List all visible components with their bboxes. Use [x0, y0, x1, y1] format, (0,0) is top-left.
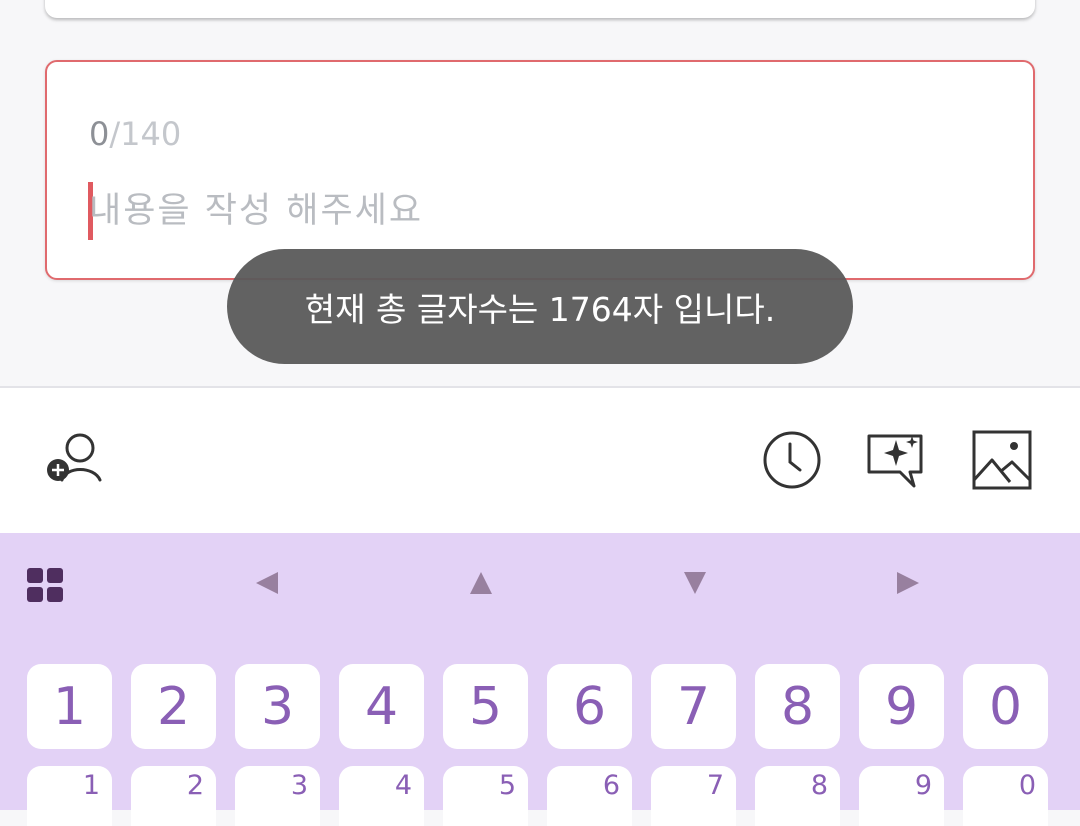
key-1[interactable]: 1	[27, 664, 112, 749]
key-8[interactable]: 8	[755, 664, 840, 749]
key-label: 9	[884, 676, 919, 737]
key-label: 1	[52, 676, 87, 737]
grid-menu-icon[interactable]	[26, 567, 64, 603]
key-label: 5	[468, 676, 503, 737]
previous-card	[45, 0, 1035, 18]
key-6[interactable]: 6	[547, 664, 632, 749]
key-hint: 4	[394, 770, 412, 801]
key-hint: 3	[290, 770, 308, 801]
key-hint: 7	[706, 770, 724, 801]
key-label: 6	[572, 676, 607, 737]
key-label: 8	[780, 676, 815, 737]
arrow-down-icon[interactable]	[680, 568, 710, 598]
key-label: 0	[988, 676, 1023, 737]
key-0[interactable]: 0	[963, 664, 1048, 749]
key-row2-9[interactable]: 9	[859, 766, 944, 826]
key-row2-6[interactable]: 6	[547, 766, 632, 826]
arrow-up-icon[interactable]	[466, 568, 496, 598]
key-hint: 9	[914, 770, 932, 801]
arrow-left-icon[interactable]	[252, 568, 282, 598]
clock-icon[interactable]	[762, 430, 822, 490]
key-row2-4[interactable]: 4	[339, 766, 424, 826]
key-label: 7	[676, 676, 711, 737]
key-5[interactable]: 5	[443, 664, 528, 749]
image-icon[interactable]	[972, 430, 1032, 490]
key-row2-3[interactable]: 3	[235, 766, 320, 826]
key-row2-2[interactable]: 2	[131, 766, 216, 826]
key-row2-1[interactable]: 1	[27, 766, 112, 826]
key-row2-8[interactable]: 8	[755, 766, 840, 826]
key-row2-5[interactable]: 5	[443, 766, 528, 826]
key-hint: 2	[186, 770, 204, 801]
key-hint: 6	[602, 770, 620, 801]
key-hint: 5	[498, 770, 516, 801]
key-7[interactable]: 7	[651, 664, 736, 749]
key-row2-0[interactable]: 0	[963, 766, 1048, 826]
add-person-icon[interactable]	[44, 430, 106, 486]
key-9[interactable]: 9	[859, 664, 944, 749]
key-row2-7[interactable]: 7	[651, 766, 736, 826]
key-hint: 0	[1018, 770, 1036, 801]
character-count-max: /140	[109, 115, 182, 153]
content-placeholder[interactable]: 내용을 작성 해주세요	[89, 190, 423, 232]
key-3[interactable]: 3	[235, 664, 320, 749]
toast-message: 현재 총 글자수는 1764자 입니다.	[304, 289, 776, 329]
key-hint: 1	[82, 770, 100, 801]
character-count-toast: 현재 총 글자수는 1764자 입니다.	[227, 249, 853, 364]
key-2[interactable]: 2	[131, 664, 216, 749]
ai-chat-sparkle-icon[interactable]	[866, 432, 926, 490]
post-content-editor[interactable]: 0/140 내용을 작성 해주세요	[45, 60, 1035, 280]
key-label: 4	[364, 676, 399, 737]
key-label: 3	[260, 676, 295, 737]
character-count-current: 0	[89, 115, 110, 153]
arrow-right-icon[interactable]	[893, 568, 923, 598]
key-4[interactable]: 4	[339, 664, 424, 749]
key-hint: 8	[810, 770, 828, 801]
key-label: 2	[156, 676, 191, 737]
character-counter: 0/140	[89, 114, 181, 154]
